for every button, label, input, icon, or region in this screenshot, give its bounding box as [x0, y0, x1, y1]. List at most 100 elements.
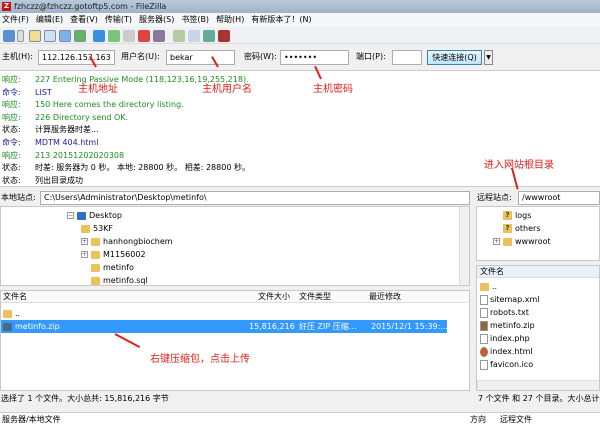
remote-path-input[interactable]: /wwwroot [518, 191, 600, 205]
annotation-user: 主机用户名 [202, 84, 252, 95]
search-binoculars-icon[interactable] [218, 30, 230, 42]
site-manager-icon[interactable] [3, 30, 15, 42]
log-message: 226 Directory send OK. [35, 112, 129, 122]
filter-icon[interactable] [173, 30, 185, 42]
annotation-upload: 右键压缩包，点击上传 [150, 354, 250, 365]
local-tree: − Desktop 53KF + hanhongbiochem + M1156002 … [0, 206, 470, 286]
remote-file[interactable]: robots.txt [480, 306, 529, 319]
compare-icon[interactable] [188, 30, 200, 42]
toggle-remote-tree-icon[interactable] [59, 30, 71, 42]
file-size: 15,816,216 [249, 322, 295, 331]
remote-site-label: 远程站点: [477, 193, 512, 202]
remote-list-header: 文件名 [477, 266, 599, 278]
tree-item[interactable]: metinfo [91, 261, 134, 274]
quickconnect-dropdown[interactable]: ▼ [484, 50, 493, 65]
refresh-icon[interactable] [93, 30, 105, 42]
menu-bar: 文件(F) 编辑(E) 查看(V) 传输(T) 服务器(S) 书签(B) 帮助(H) 有新版本… [0, 13, 600, 27]
toggle-queue-icon[interactable] [74, 30, 86, 42]
port-input[interactable] [392, 50, 422, 65]
remote-file[interactable]: sitemap.xml [480, 293, 540, 306]
tree-item-desktop[interactable]: − Desktop [67, 209, 122, 222]
remote-file-list: 文件名 .. sitemap.xml robots.txt metinfo.zi… [476, 265, 600, 391]
log-type: 命令: [2, 138, 21, 147]
local-status: 选择了 1 个文件。大小总共: 15,816,216 字节 [1, 394, 169, 403]
user-label: 用户名(U): [121, 52, 160, 61]
menu-new-version[interactable]: 有新版本了！(N) [251, 15, 311, 24]
annotation-host: 主机地址 [78, 84, 118, 95]
log-type: 响应: [2, 75, 21, 84]
log-type: 状态: [2, 163, 21, 173]
tree-item[interactable]: metinfo.sql [91, 274, 148, 285]
col-remote-file[interactable]: 远程文件 [500, 413, 532, 426]
file-row-parent[interactable]: .. [3, 307, 20, 320]
window-title: fzhczz@fzhczz.gotoftp5.com - FileZilla [14, 2, 167, 11]
col-modified[interactable]: 最近修改 [369, 291, 401, 303]
file-type: 好压 ZIP 压缩... [299, 322, 357, 331]
remote-file[interactable]: index.php [480, 332, 530, 345]
col-filetype[interactable]: 文件类型 [299, 291, 331, 303]
col-server-local-file[interactable]: 服务器/本地文件 [2, 413, 61, 426]
log-message: LIST [35, 87, 52, 97]
log-type: 响应: [2, 150, 21, 160]
log-message: 213 20151202020308 [35, 150, 125, 160]
toggle-local-tree-icon[interactable] [44, 30, 56, 42]
filezilla-logo-icon: Z [2, 2, 11, 11]
password-label: 密码(W): [244, 52, 277, 61]
log-message: 列出目录成功 [35, 175, 83, 185]
quickconnect-button[interactable]: 快速连接(Q) [427, 50, 482, 65]
menu-server[interactable]: 服务器(S) [139, 15, 174, 24]
reconnect-icon[interactable] [153, 30, 165, 42]
host-input[interactable]: 112.126.153.163 [38, 50, 115, 65]
username-input[interactable]: bekar [166, 50, 235, 65]
col-direction[interactable]: 方向 [470, 413, 486, 426]
tree-item[interactable]: 53KF [81, 222, 113, 235]
toolbar [0, 28, 600, 44]
tree-item-wwwroot[interactable]: + wwwroot [493, 235, 551, 248]
tree-item[interactable]: + M1156002 [81, 248, 146, 261]
annotation-password: 主机密码 [313, 84, 353, 95]
local-site-label: 本地站点: [1, 193, 36, 202]
col-filename[interactable]: 文件名 [3, 291, 27, 303]
remote-hscrollbar[interactable] [477, 380, 599, 390]
title-bar: fzhczz@fzhczz.gotoftp5.com - FileZilla [0, 0, 600, 13]
remote-file[interactable]: index.html [480, 345, 533, 358]
process-queue-icon[interactable] [108, 30, 120, 42]
tree-item[interactable]: + hanhongbiochem [81, 235, 173, 248]
menu-bookmarks[interactable]: 书签(B) [181, 15, 209, 24]
log-message: 计算服务器时差... [35, 125, 99, 135]
local-list-header: 文件名 文件大小 文件类型 最近修改 [1, 291, 469, 303]
menu-help[interactable]: 帮助(H) [216, 15, 244, 24]
local-tree-scrollbar[interactable] [459, 207, 469, 285]
menu-transfer[interactable]: 传输(T) [105, 15, 132, 24]
log-type: 响应: [2, 112, 21, 122]
cancel-icon[interactable] [123, 30, 135, 42]
log-message: 时差: 服务器为 0 秒。 本地: 28800 秒。 相差: 28800 秒。 [35, 163, 250, 173]
log-type: 命令: [2, 87, 21, 97]
dropdown-icon[interactable] [17, 30, 24, 42]
menu-view[interactable]: 查看(V) [70, 15, 98, 24]
local-path-input[interactable]: C:\Users\Administrator\Desktop\metinfo\ [40, 191, 470, 205]
password-input[interactable]: ••••••• [280, 50, 349, 65]
sync-browse-icon[interactable] [203, 30, 215, 42]
tree-item[interactable]: ? logs [503, 209, 531, 222]
disconnect-icon[interactable] [138, 30, 150, 42]
remote-file[interactable]: metinfo.zip [480, 319, 535, 332]
menu-edit[interactable]: 编辑(E) [36, 15, 63, 24]
remote-tree: ? logs ? others + wwwroot [476, 206, 600, 261]
menu-file[interactable]: 文件(F) [2, 15, 29, 24]
file-row-selected[interactable]: metinfo.zip 15,816,216 好压 ZIP 压缩... 2015… [1, 320, 448, 333]
remote-status: 7 个文件 和 27 个目录。大小总计 [478, 394, 600, 403]
port-label: 端口(P): [356, 52, 386, 61]
remote-file[interactable]: favicon.ico [480, 358, 533, 371]
annotation-root: 进入网站根目录 [484, 160, 554, 171]
tree-item[interactable]: ? others [503, 222, 540, 235]
log-message: 150 Here comes the directory listing. [35, 100, 184, 110]
col-filename[interactable]: 文件名 [480, 266, 504, 278]
log-type: 状态: [2, 125, 21, 135]
col-filesize[interactable]: 文件大小 [258, 291, 290, 303]
file-name: metinfo.zip [15, 322, 60, 331]
remote-file[interactable]: .. [480, 280, 497, 293]
log-type: 状态: [2, 175, 21, 185]
toggle-log-icon[interactable] [29, 30, 41, 42]
host-label: 主机(H): [2, 52, 33, 61]
